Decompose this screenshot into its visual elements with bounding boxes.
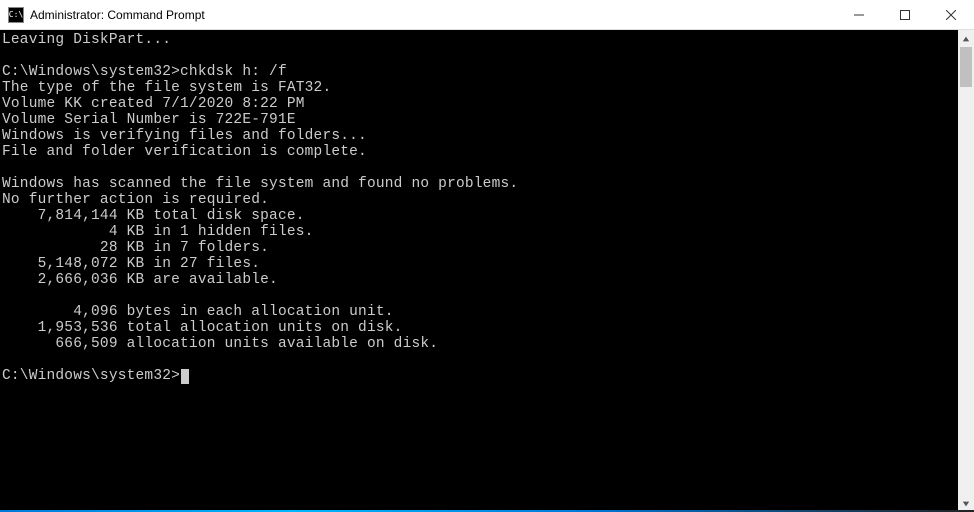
window-controls [836,0,974,29]
scrollbar-thumb[interactable] [960,47,972,87]
terminal-output[interactable]: Leaving DiskPart... C:\Windows\system32>… [0,30,958,512]
cursor [181,369,189,384]
terminal-prompt: C:\Windows\system32> [2,368,180,384]
vertical-scrollbar[interactable] [958,30,974,512]
window-title: Administrator: Command Prompt [30,8,836,22]
maximize-button[interactable] [882,0,928,29]
minimize-button[interactable] [836,0,882,29]
scrollbar-up-button[interactable] [958,30,974,47]
titlebar[interactable]: C:\ Administrator: Command Prompt [0,0,974,30]
close-button[interactable] [928,0,974,29]
cmd-icon: C:\ [8,7,24,23]
terminal-area: Leaving DiskPart... C:\Windows\system32>… [0,30,974,512]
